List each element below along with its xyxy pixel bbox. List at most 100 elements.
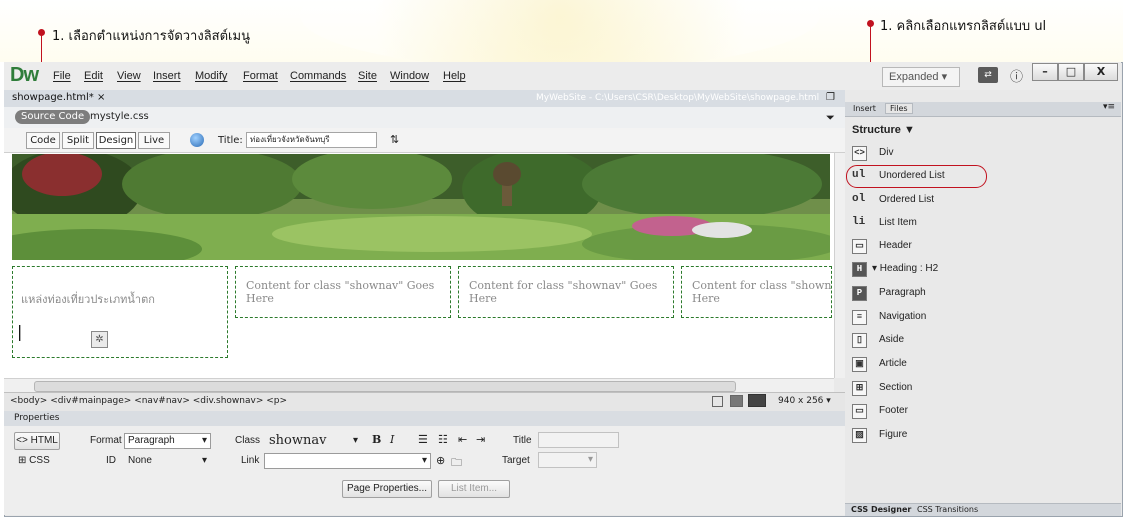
unordered-list-icon[interactable]: ☰ bbox=[418, 433, 428, 446]
shownav-box-2-text: Content for class "shownav" Goes Here bbox=[246, 279, 435, 305]
id-select[interactable]: None ▾ bbox=[124, 453, 211, 469]
horizontal-scrollbar[interactable] bbox=[4, 378, 834, 393]
insert-item-aside[interactable]: ▯ Aside bbox=[850, 330, 1120, 352]
format-select[interactable]: Paragraph ▾ bbox=[124, 433, 211, 449]
insert-item-section-label: Section bbox=[879, 382, 913, 393]
insert-item-ordered-list[interactable]: ol Ordered List bbox=[850, 190, 1120, 212]
close-icon[interactable]: × bbox=[97, 92, 105, 103]
tab-insert[interactable]: Insert bbox=[853, 104, 876, 113]
insert-item-figure[interactable]: ▨ Figure bbox=[850, 425, 1120, 447]
list-item-icon: li bbox=[852, 216, 866, 228]
filter-icon[interactable]: ⏷ bbox=[826, 111, 835, 125]
document-tab[interactable]: showpage.html* × bbox=[12, 92, 105, 103]
css-panel-tab-bar: CSS Designer CSS Transitions bbox=[845, 503, 1121, 516]
class-select-value: shownav bbox=[269, 433, 327, 448]
tag-selector[interactable]: <body> <div#mainpage> <nav#nav> <div.sho… bbox=[10, 396, 287, 406]
page-properties-button[interactable]: Page Properties... bbox=[342, 480, 432, 498]
workspace-switcher[interactable]: Expanded ▾ bbox=[882, 67, 960, 87]
properties-title: Properties bbox=[14, 413, 60, 423]
sync-settings-icon[interactable]: ⇄ bbox=[978, 67, 998, 83]
insert-item-article[interactable]: ▣ Article bbox=[850, 354, 1120, 376]
shownav-box-3[interactable]: Content for class "shownav" Goes Here bbox=[458, 266, 674, 318]
ordered-list-icon[interactable]: ☷ bbox=[438, 433, 448, 446]
menu-window[interactable]: Window bbox=[390, 70, 429, 82]
tab-files[interactable]: Files bbox=[885, 103, 913, 114]
insert-item-header[interactable]: ▭ Header bbox=[850, 236, 1120, 258]
tab-css-transitions[interactable]: CSS Transitions bbox=[917, 505, 978, 514]
target-select[interactable]: ▾ bbox=[538, 452, 597, 468]
close-button[interactable]: X bbox=[1084, 63, 1118, 81]
insert-item-footer-label: Footer bbox=[879, 405, 908, 416]
html-mode-button[interactable]: <> HTML bbox=[14, 432, 60, 450]
minimize-button[interactable]: – bbox=[1032, 63, 1058, 81]
menu-view[interactable]: View bbox=[117, 70, 141, 82]
menu-edit[interactable]: Edit bbox=[84, 70, 103, 82]
outdent-icon[interactable]: ⇤ bbox=[458, 433, 467, 446]
menu-help[interactable]: Help bbox=[443, 70, 466, 82]
indent-icon[interactable]: ⇥ bbox=[476, 433, 485, 446]
globe-icon[interactable] bbox=[190, 133, 204, 147]
shownav-box-4-text-2: Here bbox=[692, 292, 720, 305]
point-to-file-icon[interactable]: ⊕ bbox=[436, 454, 445, 467]
insert-item-heading-label: ▾ Heading : H2 bbox=[872, 263, 939, 274]
aside-icon: ▯ bbox=[852, 333, 867, 348]
maximize-button[interactable]: □ bbox=[1058, 63, 1084, 81]
menu-insert[interactable]: Insert bbox=[153, 70, 181, 82]
unordered-list-highlight bbox=[846, 165, 987, 188]
file-management-icon[interactable]: ⇅ bbox=[390, 133, 399, 146]
tablet-size-icon[interactable] bbox=[730, 395, 743, 407]
title-field-input[interactable] bbox=[538, 432, 619, 448]
menu-modify[interactable]: Modify bbox=[195, 70, 227, 82]
watermark-emblem bbox=[300, 0, 820, 70]
invisible-element-icon[interactable]: ✲ bbox=[91, 331, 108, 348]
link-input[interactable]: ▾ bbox=[264, 453, 431, 469]
insert-item-section[interactable]: ⊞ Section bbox=[850, 378, 1120, 400]
insert-category-label: Structure bbox=[852, 124, 901, 136]
insert-item-figure-label: Figure bbox=[879, 429, 908, 440]
css-mode-button[interactable]: ⊞ CSS bbox=[18, 455, 50, 466]
shownav-box-2[interactable]: Content for class "shownav" Goes Here bbox=[235, 266, 451, 318]
menu-site[interactable]: Site bbox=[358, 70, 377, 82]
chevron-down-icon: ▾ bbox=[941, 71, 948, 83]
shownav-box-1[interactable]: แหล่งท่องเที่ยวประเภทน้ำตก | ✲ bbox=[12, 266, 228, 358]
list-item-button[interactable]: List Item... bbox=[438, 480, 510, 498]
panel-menu-icon[interactable]: ▾≡ bbox=[1103, 102, 1115, 112]
header-icon: ▭ bbox=[852, 239, 867, 254]
italic-button[interactable]: I bbox=[390, 433, 394, 446]
title-input[interactable]: ท่องเที่ยวจังหวัดจันทบุรี bbox=[246, 132, 377, 148]
insert-item-navigation[interactable]: ≡ Navigation bbox=[850, 307, 1120, 329]
menu-format[interactable]: Format bbox=[243, 70, 278, 82]
chevron-down-icon: ▾ bbox=[421, 455, 427, 466]
design-view-button[interactable]: Design bbox=[96, 132, 136, 149]
insert-item-div[interactable]: <> Div bbox=[850, 143, 1120, 165]
class-select[interactable]: shownav ▾ bbox=[265, 433, 362, 449]
mobile-size-icon[interactable] bbox=[712, 396, 723, 407]
desktop-size-icon[interactable] bbox=[748, 394, 766, 407]
source-code-button[interactable]: Source Code bbox=[15, 110, 91, 124]
insert-item-paragraph[interactable]: P Paragraph bbox=[850, 283, 1120, 305]
bold-button[interactable]: B bbox=[372, 433, 381, 446]
shownav-box-4[interactable]: Content for class "shownav Here bbox=[681, 266, 832, 318]
insert-category-select[interactable]: Structure ▼ bbox=[852, 124, 915, 136]
figure-icon: ▨ bbox=[852, 428, 867, 443]
horizontal-scroll-thumb[interactable] bbox=[34, 381, 736, 392]
info-icon[interactable]: ⓘ bbox=[1010, 66, 1023, 85]
insert-item-article-label: Article bbox=[879, 358, 907, 369]
live-view-button[interactable]: Live bbox=[138, 132, 170, 149]
heading-icon: H bbox=[852, 262, 867, 277]
split-view-button[interactable]: Split bbox=[62, 132, 94, 149]
code-view-button[interactable]: Code bbox=[26, 132, 60, 149]
restore-document-icon[interactable]: ❐ bbox=[826, 92, 835, 103]
related-file-mystyle[interactable]: mystyle.css bbox=[90, 111, 149, 122]
chevron-down-icon: ▾ bbox=[201, 435, 207, 446]
title-label: Title: bbox=[218, 135, 243, 146]
insert-item-list-item[interactable]: li List Item bbox=[850, 213, 1120, 235]
insert-item-footer[interactable]: ▭ Footer bbox=[850, 401, 1120, 423]
insert-item-heading[interactable]: H ▾ Heading : H2 bbox=[850, 259, 1120, 281]
css-mode-label: CSS bbox=[29, 455, 50, 466]
menu-file[interactable]: File bbox=[53, 70, 71, 82]
tab-css-designer[interactable]: CSS Designer bbox=[851, 505, 911, 514]
menu-commands[interactable]: Commands bbox=[290, 70, 346, 82]
window-size[interactable]: 940 x 256 ▾ bbox=[778, 396, 831, 406]
browse-folder-icon[interactable]: 🗀 bbox=[451, 454, 462, 473]
